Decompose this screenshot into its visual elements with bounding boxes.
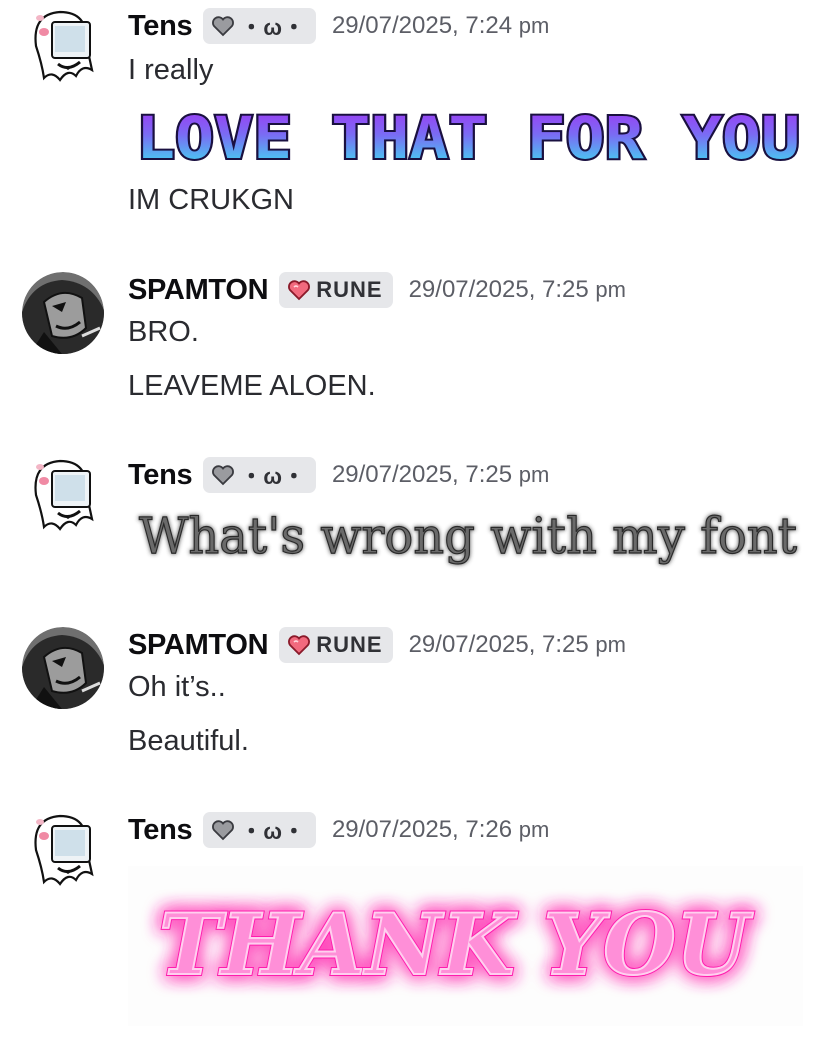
spamton-avatar-icon bbox=[22, 272, 104, 354]
timestamp-suffix: pm bbox=[518, 462, 550, 487]
timestamp-suffix: pm bbox=[518, 13, 550, 38]
sticker-whats-wrong-with-my-font[interactable]: What's wrong with my font bbox=[128, 503, 808, 569]
ghost-avatar-icon bbox=[22, 810, 104, 892]
sticker-text: LOVE THAT FOR YOU bbox=[136, 106, 800, 170]
user-tag[interactable]: RUNE bbox=[279, 272, 393, 308]
tag-text: ・ω・ bbox=[240, 464, 306, 489]
avatar-spamton[interactable] bbox=[22, 272, 104, 354]
avatar-tens[interactable] bbox=[22, 455, 104, 537]
timestamp-suffix: pm bbox=[595, 632, 626, 657]
timestamp: 29/07/2025, 7:24 pm bbox=[332, 12, 549, 40]
message-tens-2: Tens ・ω・ 29/07/2025, 7:25 pm What's wron… bbox=[0, 455, 828, 575]
gray-heart-icon bbox=[212, 16, 235, 37]
timestamp: 29/07/2025, 7:26 pm bbox=[332, 816, 549, 844]
message-text: BRO. bbox=[128, 316, 199, 348]
user-tag[interactable]: ・ω・ bbox=[203, 812, 316, 848]
username[interactable]: SPAMTON bbox=[128, 629, 269, 662]
message-text: IM CRUKGN bbox=[128, 184, 294, 216]
timestamp: 29/07/2025, 7:25 pm bbox=[409, 276, 626, 304]
message-header: SPAMTON RUNE 29/07/2025, 7:25 pm bbox=[128, 625, 626, 665]
sticker-love-that-for-you[interactable]: LOVE THAT FOR YOU bbox=[128, 106, 808, 170]
gray-heart-icon bbox=[212, 465, 235, 486]
username[interactable]: SPAMTON bbox=[128, 274, 269, 307]
red-heart-icon bbox=[288, 635, 311, 656]
tag-text: RUNE bbox=[316, 277, 383, 302]
username[interactable]: Tens bbox=[128, 10, 193, 43]
message-header: Tens ・ω・ 29/07/2025, 7:26 pm bbox=[128, 810, 549, 850]
tag-text: ・ω・ bbox=[240, 15, 306, 40]
timestamp-time: 29/07/2025, 7:26 bbox=[331, 816, 513, 843]
timestamp-time: 29/07/2025, 7:25 bbox=[408, 631, 589, 658]
timestamp-time: 29/07/2025, 7:25 bbox=[408, 276, 589, 303]
ghost-avatar-icon bbox=[22, 455, 104, 537]
gray-heart-icon bbox=[212, 820, 235, 841]
timestamp-time: 29/07/2025, 7:24 bbox=[331, 12, 513, 39]
sticker-text: What's wrong with my font bbox=[139, 507, 797, 565]
message-tens-1: Tens ・ω・ 29/07/2025, 7:24 pm I really LO… bbox=[0, 6, 828, 226]
timestamp-time: 29/07/2025, 7:25 bbox=[331, 461, 513, 488]
message-text: I really bbox=[128, 54, 214, 86]
timestamp-suffix: pm bbox=[595, 277, 626, 302]
avatar-tens[interactable] bbox=[22, 810, 104, 892]
message-header: Tens ・ω・ 29/07/2025, 7:24 pm bbox=[128, 6, 549, 46]
message-header: SPAMTON RUNE 29/07/2025, 7:25 pm bbox=[128, 270, 626, 310]
avatar-spamton[interactable] bbox=[22, 627, 104, 709]
tag-text: ・ω・ bbox=[240, 819, 306, 844]
timestamp: 29/07/2025, 7:25 pm bbox=[409, 631, 626, 659]
username[interactable]: Tens bbox=[128, 459, 193, 492]
message-text: LEAVEME ALOEN. bbox=[128, 370, 376, 402]
timestamp-suffix: pm bbox=[518, 817, 550, 842]
message-tens-3: Tens ・ω・ 29/07/2025, 7:26 pm THANK YOU T… bbox=[0, 810, 828, 1042]
red-heart-icon bbox=[288, 280, 311, 301]
ghost-avatar-icon bbox=[22, 6, 104, 88]
username[interactable]: Tens bbox=[128, 814, 193, 847]
user-tag[interactable]: RUNE bbox=[279, 627, 393, 663]
message-text: Beautiful. bbox=[128, 725, 249, 757]
message-spamton-1: SPAMTON RUNE 29/07/2025, 7:25 pm BRO. LE… bbox=[0, 268, 828, 408]
tag-text: RUNE bbox=[316, 632, 383, 657]
message-text: Oh it’s.. bbox=[128, 671, 226, 703]
message-header: Tens ・ω・ 29/07/2025, 7:25 pm bbox=[128, 455, 549, 495]
avatar-tens[interactable] bbox=[22, 6, 104, 88]
timestamp: 29/07/2025, 7:25 pm bbox=[332, 461, 549, 489]
sticker-thank-you[interactable]: THANK YOU THANK YOU bbox=[128, 866, 803, 1026]
spamton-avatar-icon bbox=[22, 627, 104, 709]
message-spamton-2: SPAMTON RUNE 29/07/2025, 7:25 pm Oh it’s… bbox=[0, 623, 828, 763]
user-tag[interactable]: ・ω・ bbox=[203, 8, 316, 44]
user-tag[interactable]: ・ω・ bbox=[203, 457, 316, 493]
sticker-text: THANK YOU bbox=[159, 895, 754, 994]
